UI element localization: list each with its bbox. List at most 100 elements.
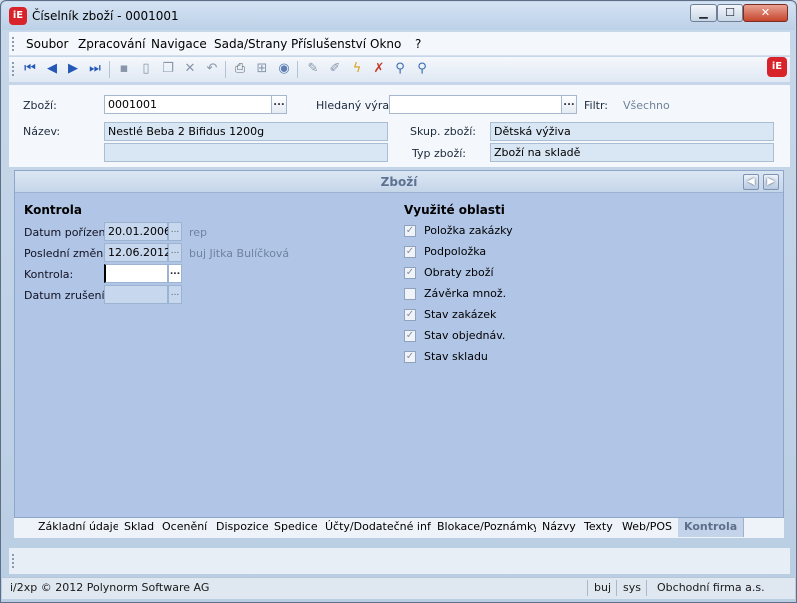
search-input[interactable] xyxy=(389,95,562,114)
status-system: sys xyxy=(623,581,641,594)
typ-zbozi-field: Zboží na skladě xyxy=(490,143,774,162)
status-separator xyxy=(616,580,617,596)
checkbox-checked-icon[interactable]: ✓ xyxy=(404,351,416,363)
zbozi-lookup-button[interactable]: ... xyxy=(271,95,287,114)
menu-prislusenstvi[interactable]: Příslušenství xyxy=(291,37,366,51)
print-icon[interactable]: ⎙ xyxy=(232,61,248,77)
checkbox-checked-icon[interactable]: ✓ xyxy=(404,267,416,279)
tab-oceneni[interactable]: Ocenění xyxy=(156,518,215,537)
tree-icon[interactable]: ⊞ xyxy=(254,61,270,77)
status-user: buj xyxy=(594,581,612,594)
zbozi-label: Zboží: xyxy=(23,99,57,112)
next-record-icon[interactable]: ▶ xyxy=(65,61,81,77)
tab-bar: Základní údaje Sklad Ocenění Dispozice S… xyxy=(14,518,784,538)
next-page-button[interactable]: ▶ xyxy=(763,174,779,190)
close-button[interactable]: ✕ xyxy=(743,4,788,22)
kontrola-lookup-button[interactable]: ... xyxy=(168,264,182,283)
pencil-icon[interactable]: ✐ xyxy=(327,61,343,77)
filter-value[interactable]: Všechno xyxy=(623,99,670,112)
kontrola-input[interactable] xyxy=(104,264,168,283)
delete-icon[interactable]: ✕ xyxy=(182,61,198,77)
brand-logo-icon: iE xyxy=(767,57,787,77)
datum-zruseni-field xyxy=(104,285,168,304)
title-bar[interactable]: iE Číselník zboží - 0001001 ▁ ☐ ✕ xyxy=(2,2,795,30)
tab-dispozice[interactable]: Dispozice xyxy=(210,518,276,537)
toolbar-separator xyxy=(297,61,298,78)
tab-kontrola[interactable]: Kontrola xyxy=(678,518,745,537)
tab-spedice[interactable]: Spedice xyxy=(268,518,325,537)
minimize-button[interactable]: ▁ xyxy=(690,4,717,22)
globe-icon[interactable]: ◉ xyxy=(276,61,292,77)
advanced-search-icon[interactable]: ⚲ xyxy=(414,61,430,77)
oblasti-section-title: Využité oblasti xyxy=(404,203,505,217)
checkbox-checked-icon[interactable]: ✓ xyxy=(404,246,416,258)
datum-porizeni-user: rep xyxy=(189,226,208,239)
tab-texty[interactable]: Texty xyxy=(578,518,620,537)
secondary-grip-icon[interactable] xyxy=(12,554,14,568)
checkbox-checked-icon[interactable]: ✓ xyxy=(404,225,416,237)
menu-bar: Soubor Zpracování Navigace Sada/Strany P… xyxy=(9,32,790,56)
arrow-right-icon: ▶ xyxy=(767,176,775,187)
menu-zpracovani[interactable]: Zpracování xyxy=(78,37,145,51)
posledni-zmena-button: ... xyxy=(168,243,182,262)
checkbox-checked-icon[interactable]: ✓ xyxy=(404,309,416,321)
datum-zruseni-button: ... xyxy=(168,285,182,304)
toolbar: ⏮ ◀ ▶ ⏭ ▪ ▯ ❐ ✕ ↶ ⎙ ⊞ ◉ ✎ ✐ ϟ ✗ ⚲ ⚲ xyxy=(9,57,790,82)
content-panel: Zboží ◀ ▶ Kontrola Datum pořízení: 20.01… xyxy=(14,170,784,518)
checkbox-unchecked-icon[interactable] xyxy=(404,288,416,300)
main-window: iE Číselník zboží - 0001001 ▁ ☐ ✕ Soubor… xyxy=(0,0,797,603)
kontrola-section-title: Kontrola xyxy=(24,203,82,217)
search-icon[interactable]: ⚲ xyxy=(392,61,408,77)
first-record-icon[interactable]: ⏮ xyxy=(22,61,38,77)
toolbar-grip-icon[interactable] xyxy=(12,62,14,76)
tab-zakladni-udaje[interactable]: Základní údaje xyxy=(32,518,127,537)
status-separator xyxy=(587,580,588,596)
toolbar-separator xyxy=(109,61,110,78)
zbozi-input[interactable]: 0001001 xyxy=(104,95,274,114)
posledni-zmena-user: buj Jitka Bulíčková xyxy=(189,247,290,260)
datum-porizeni-button: ... xyxy=(168,222,182,241)
menu-soubor[interactable]: Soubor xyxy=(26,37,68,51)
menu-help[interactable]: ? xyxy=(415,37,421,51)
nazev-field-2 xyxy=(104,143,388,162)
menu-navigace[interactable]: Navigace xyxy=(151,37,207,51)
hledany-label: Hledaný výraz: xyxy=(316,99,399,112)
menu-sada-strany[interactable]: Sada/Strany xyxy=(214,37,287,51)
status-company: Obchodní firma a.s. xyxy=(657,581,765,594)
datum-porizeni-label: Datum pořízení: xyxy=(24,226,113,239)
posledni-zmena-label: Poslední změna: xyxy=(24,247,114,260)
menu-grip-icon[interactable] xyxy=(12,37,14,51)
panel-header: Zboží ◀ ▶ xyxy=(15,171,783,193)
tab-web-pos[interactable]: Web/POS xyxy=(616,518,679,537)
nazev-field: Nestlé Beba 2 Bifidus 1200g xyxy=(104,122,388,141)
edit-icon[interactable]: ✎ xyxy=(305,61,321,77)
skup-zbozi-field: Dětská výživa xyxy=(490,122,774,141)
undo-icon[interactable]: ↶ xyxy=(204,61,220,77)
datum-zruseni-label: Datum zrušení: xyxy=(24,289,109,302)
menu-okno[interactable]: Okno xyxy=(370,37,401,51)
maximize-button[interactable]: ☐ xyxy=(717,4,743,22)
window-title: Číselník zboží - 0001001 xyxy=(32,9,179,23)
new-icon[interactable]: ▯ xyxy=(138,61,154,77)
filter-icon[interactable]: ϟ xyxy=(349,61,365,77)
tab-blokace[interactable]: Blokace/Poznámky xyxy=(431,518,547,537)
checkbox-checked-icon[interactable]: ✓ xyxy=(404,330,416,342)
tab-nazvy[interactable]: Názvy xyxy=(536,518,583,537)
nazev-label: Název: xyxy=(23,125,61,138)
tab-ucty[interactable]: Účty/Dodatečné info xyxy=(319,518,445,537)
last-record-icon[interactable]: ⏭ xyxy=(87,61,103,77)
copy-icon[interactable]: ❐ xyxy=(160,61,176,77)
search-lookup-button[interactable]: ... xyxy=(561,95,577,114)
prev-record-icon[interactable]: ◀ xyxy=(44,61,60,77)
skup-zbozi-label: Skup. zboží: xyxy=(410,125,476,138)
typ-zbozi-label: Typ zboží: xyxy=(412,147,467,160)
tab-sklad[interactable]: Sklad xyxy=(118,518,162,537)
arrow-left-icon: ◀ xyxy=(747,176,755,187)
status-separator xyxy=(646,580,647,596)
clear-filter-icon[interactable]: ✗ xyxy=(371,61,387,77)
status-copyright: i/2xp © 2012 Polynorm Software AG xyxy=(10,581,210,594)
save-icon[interactable]: ▪ xyxy=(116,61,132,77)
prev-page-button[interactable]: ◀ xyxy=(743,174,759,190)
record-header: Zboží: 0001001 ... Hledaný výraz: ... Fi… xyxy=(9,85,790,167)
status-bar: i/2xp © 2012 Polynorm Software AG buj sy… xyxy=(2,577,795,599)
